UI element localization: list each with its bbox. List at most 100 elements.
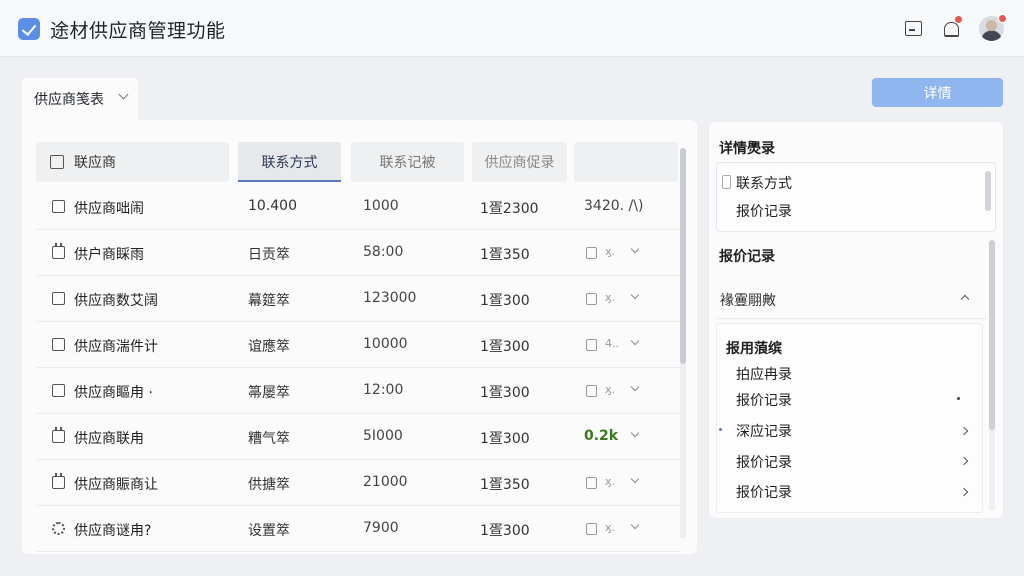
calendar-icon[interactable] (52, 473, 65, 489)
cell-extra: ӽ. (605, 291, 616, 304)
cell-contact: 10.400 (248, 198, 297, 214)
checkbox-icon[interactable] (722, 175, 731, 189)
cell-extra: ӽ. (605, 245, 616, 258)
list-item[interactable]: 报价记录 (736, 482, 792, 502)
top-bar: 途材供应商管理功能 (0, 0, 1024, 57)
cell-extra: 4.. (605, 337, 619, 350)
page-title: 途材供应商管理功能 (50, 20, 226, 42)
table-row[interactable]: 供应商賑商让 供搪箤 21000 1疍350 ӽ. (36, 460, 680, 506)
column-header-extra (574, 142, 678, 182)
list-item[interactable]: 报价记录 (736, 390, 792, 410)
cell-record: 7900 (363, 520, 399, 536)
list-item[interactable]: 报价记录 (736, 452, 792, 472)
supplier-table: 联应商 联系方式 联系记被 供应商促录 供应商咄闹 10.400 1000 1疍230… (22, 120, 697, 554)
column-header-supplier[interactable]: 联应商 (36, 142, 229, 182)
table-row[interactable]: 供应商湍件计 谊應箤 10000 1疍300 4.. (36, 322, 680, 368)
cell-contact: 日贡箤 (248, 247, 290, 263)
cell-quote: 1疍300 (480, 293, 530, 309)
quote-records-heading: 报用蒗缤 (726, 341, 782, 357)
table-row[interactable]: 供户商睬雨 日贡箤 58:00 1疍350 ӽ. (36, 230, 680, 276)
detail-panel: 详情爂录 联系方式 报价记录 报价记录 褖霻翢敟 报用蒗缤 拍应冉录 报价记录 … (709, 122, 1003, 518)
cell-quote: 1疍300 (480, 385, 530, 401)
chevron-down-icon[interactable] (630, 520, 640, 530)
cell-supplier-name: 供应商賑商让 (74, 477, 158, 493)
collapse-label: 褖霻翢敟 (720, 293, 776, 309)
cell-contact: 供搪箤 (248, 477, 290, 493)
cell-quote: 1疍2300 (480, 201, 539, 217)
cell-contact: 幕筵箤 (248, 293, 290, 309)
chevron-down-icon[interactable] (630, 428, 640, 438)
table-scrollbar[interactable] (680, 148, 686, 364)
table-row[interactable]: 供应商谜甪? 设置箤 7900 1疍300 ӽ. (36, 506, 680, 552)
checkbox-icon[interactable] (52, 200, 65, 213)
document-icon[interactable] (586, 523, 597, 535)
cell-contact: 糟气箤 (248, 431, 290, 447)
chevron-right-icon[interactable] (959, 487, 969, 497)
quote-section-title: 报价记录 (719, 249, 775, 265)
table-row[interactable]: 供应商数艾阔 幕筵箤 123000 1疍300 ӽ. (36, 276, 680, 322)
notification-badge (954, 15, 963, 24)
list-item-contact[interactable]: 联系方式 (736, 173, 792, 193)
list-item-quote[interactable]: 报价记录 (736, 201, 792, 221)
cell-record: 12:00 (363, 382, 404, 398)
chevron-down-icon[interactable] (630, 290, 640, 300)
cell-extra: ӽ. (605, 475, 616, 488)
table-row[interactable]: 供应商瞘甪 · 箒屡箤 12:00 1疍300 ӽ. (36, 368, 680, 414)
column-header-contact[interactable]: 联系方式 (238, 142, 341, 182)
screen-icon[interactable] (902, 18, 924, 40)
checkbox-icon[interactable] (52, 338, 65, 351)
chevron-right-icon[interactable] (959, 456, 969, 466)
chevron-up-icon[interactable] (960, 294, 970, 304)
chevron-down-icon[interactable] (630, 474, 640, 484)
document-icon[interactable] (586, 293, 597, 305)
document-icon[interactable] (586, 339, 597, 351)
list-item[interactable]: 拍应冉录 (736, 364, 792, 384)
avatar-badge (998, 14, 1007, 23)
document-icon[interactable] (586, 247, 597, 259)
collapse-header[interactable]: 褖霻翢敟 (716, 277, 986, 319)
cell-record: 1000 (363, 198, 399, 214)
cell-record: 123000 (363, 290, 417, 306)
cell-contact: 谊應箤 (248, 339, 290, 355)
cell-extra: ӽ. (605, 521, 616, 534)
chevron-right-icon[interactable] (959, 426, 969, 436)
list-item[interactable]: 深应记录 (736, 421, 792, 441)
dot-icon (957, 397, 960, 400)
cell-contact: 设置箤 (248, 523, 290, 539)
document-icon[interactable] (586, 477, 597, 489)
cell-quote: 1疍300 (480, 431, 530, 447)
document-icon[interactable] (586, 385, 597, 397)
calendar-icon[interactable] (52, 243, 65, 259)
calendar-icon[interactable] (52, 427, 65, 443)
cell-supplier-name: 供户商睬雨 (74, 247, 144, 263)
cell-quote: 1疍300 (480, 339, 530, 355)
column-header-quotes[interactable]: 供应商促录 (472, 142, 567, 182)
chevron-down-icon (118, 89, 129, 100)
detail-list-scrollbar[interactable] (985, 171, 991, 211)
table-row[interactable]: 供应商联甪 糟气箤 5I000 1疍300 0.2k (36, 414, 680, 460)
column-header-records[interactable]: 联系记被 (351, 142, 464, 182)
cell-quote: 1疍350 (480, 477, 530, 493)
chevron-down-icon[interactable] (630, 382, 640, 392)
detail-panel-title: 详情爂录 (719, 141, 775, 157)
cell-supplier-name: 供应商数艾阔 (74, 293, 158, 309)
cell-supplier-name: 供应商联甪 (74, 431, 144, 447)
chevron-down-icon[interactable] (630, 336, 640, 346)
detail-scrollbar[interactable] (989, 240, 995, 430)
table-row[interactable]: 供应商咄闹 10.400 1000 1疍2300 3420. /\) (36, 184, 680, 230)
check-square-icon (18, 18, 40, 40)
checkbox-icon[interactable] (52, 292, 65, 305)
active-item-dot (719, 428, 722, 431)
checkbox-icon[interactable] (50, 155, 64, 169)
detail-button[interactable]: 详情 (872, 78, 1003, 107)
supplier-list-tab[interactable]: 供应商笺表 (22, 78, 138, 120)
gear-icon[interactable] (52, 522, 65, 535)
active-column-indicator (238, 180, 341, 182)
cell-supplier-name: 供应商湍件计 (74, 339, 158, 355)
supplier-list-tab-label: 供应商笺表 (34, 92, 104, 108)
cell-record: 21000 (363, 474, 408, 490)
cell-quote: 1疍300 (480, 523, 530, 539)
cell-record: 10000 (363, 336, 408, 352)
checkbox-icon[interactable] (52, 384, 65, 397)
chevron-down-icon[interactable] (630, 244, 640, 254)
